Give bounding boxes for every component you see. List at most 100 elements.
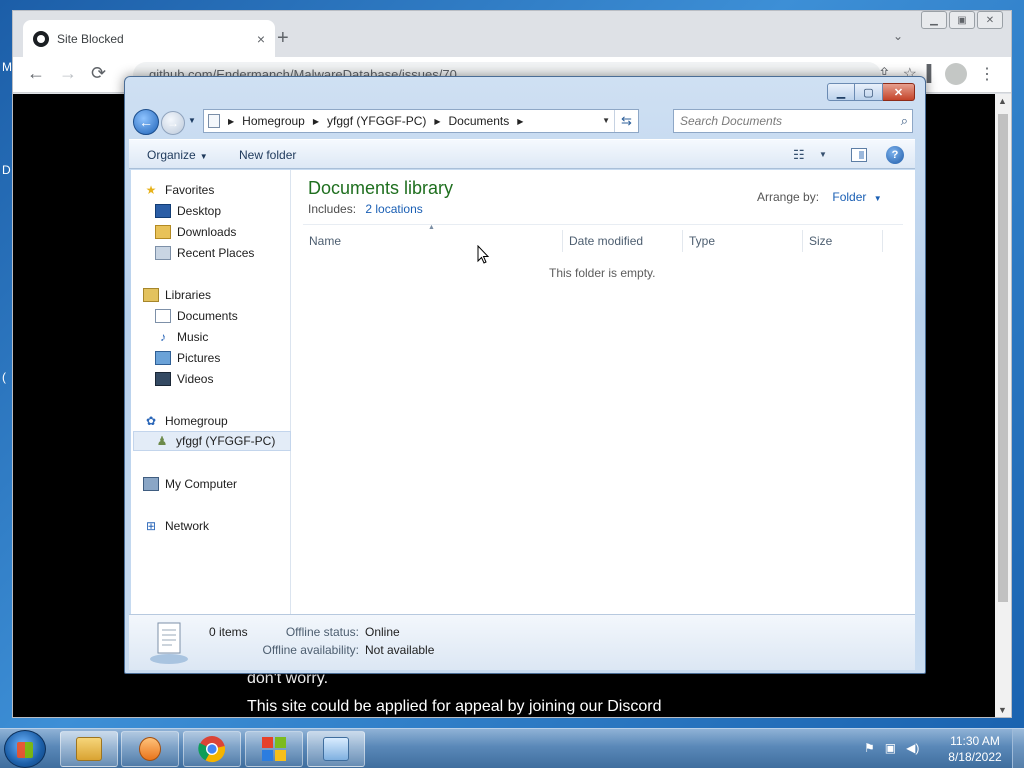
search-icon[interactable]: ⌕	[901, 113, 908, 129]
scroll-up-icon[interactable]: ▲	[998, 96, 1007, 106]
preview-pane-icon[interactable]	[851, 148, 867, 162]
taskbar: ⚑ ▣ ◀) 11:30 AM 8/18/2022	[0, 728, 1024, 768]
nav-item-documents[interactable]: Documents	[155, 306, 313, 326]
taskbar-chrome-button[interactable]	[183, 731, 241, 767]
details-pane: 0 items Offline status: Online Offline av…	[129, 614, 915, 670]
maximize-icon[interactable]: ▢	[855, 83, 883, 101]
nav-item-libraries[interactable]: Libraries	[143, 285, 301, 305]
tab-site-blocked[interactable]: Site Blocked ×	[23, 20, 275, 57]
arrange-by-dropdown[interactable]: Folder	[832, 190, 866, 204]
nav-item-downloads[interactable]: Downloads	[155, 222, 313, 242]
column-header-size[interactable]: Size	[803, 230, 883, 252]
documents-icon	[155, 309, 171, 323]
minimize-icon[interactable]: ▁	[827, 83, 855, 101]
nav-item-favorites[interactable]: ★ Favorites	[143, 180, 301, 200]
view-options-chevron-down-icon[interactable]: ▼	[819, 150, 827, 159]
organize-button[interactable]: Organize ▼	[147, 148, 208, 162]
reload-icon[interactable]: ⟳	[91, 63, 106, 84]
nav-item-label: Music	[177, 330, 209, 344]
profile-avatar[interactable]	[945, 63, 967, 85]
address-bar[interactable]: ▶ Homegroup ▶ yfggf (YFGGF-PC) ▶ Documen…	[203, 109, 639, 133]
breadcrumb-documents[interactable]: Documents	[449, 114, 510, 128]
address-dropdown-icon[interactable]: ▼	[602, 116, 610, 125]
nav-item-label: Documents	[177, 309, 238, 323]
browser-window-controls: ▁ ▣ ✕	[921, 11, 1003, 29]
back-button[interactable]: ←	[133, 109, 159, 135]
music-icon: ♪	[160, 330, 166, 344]
menu-icon[interactable]: ⋮	[979, 64, 995, 84]
volume-icon[interactable]: ◀)	[906, 741, 919, 755]
show-desktop-button[interactable]	[1012, 729, 1024, 768]
change-view-icon[interactable]: ☷	[793, 147, 805, 163]
taskbar-control-panel-button[interactable]	[307, 731, 365, 767]
computer-icon	[143, 477, 159, 491]
new-folder-button[interactable]: New folder	[239, 148, 296, 162]
column-header-date-modified[interactable]: Date modified	[563, 230, 683, 252]
desktop-icon-label: M	[2, 60, 12, 74]
nav-item-my-computer[interactable]: My Computer	[143, 474, 301, 494]
includes-locations-link[interactable]: 2 locations	[365, 202, 422, 216]
breadcrumb-user[interactable]: yfggf (YFGGF-PC)	[327, 114, 426, 128]
new-tab-button[interactable]: +	[277, 27, 289, 50]
clock-time: 11:30 AM	[950, 734, 1000, 748]
offline-availability: Offline availability: Not available	[262, 643, 435, 657]
nav-item-label: My Computer	[165, 477, 238, 491]
nav-item-label: Network	[165, 519, 210, 533]
scroll-thumb[interactable]	[998, 114, 1008, 602]
forward-button[interactable]: →	[161, 111, 185, 135]
restore-icon[interactable]: ▣	[949, 11, 975, 29]
nav-item-recent-places[interactable]: Recent Places	[155, 243, 313, 263]
control-panel-icon	[323, 737, 349, 761]
libraries-icon	[143, 288, 159, 302]
tab-close-icon[interactable]: ×	[257, 31, 265, 47]
taskbar-explorer-button[interactable]	[60, 731, 118, 767]
file-list-pane: Documents library Includes: 2 locations …	[291, 170, 915, 614]
help-icon[interactable]: ?	[886, 146, 904, 164]
recent-pages-chevron-down-icon[interactable]: ▼	[188, 116, 196, 125]
nav-item-pictures[interactable]: Pictures	[155, 348, 313, 368]
pictures-icon	[155, 351, 171, 365]
scroll-down-icon[interactable]: ▼	[998, 705, 1007, 715]
back-icon[interactable]: ←	[27, 63, 45, 84]
search-input[interactable]	[674, 110, 884, 132]
user-icon: ♟	[156, 434, 168, 448]
page-icon	[208, 114, 220, 128]
nav-item-videos[interactable]: Videos	[155, 369, 313, 389]
nav-item-music[interactable]: ♪ Music	[155, 327, 313, 347]
arrange-by: Arrange by: Folder ▼	[757, 190, 882, 204]
system-clock[interactable]: 11:30 AM 8/18/2022	[940, 733, 1010, 765]
forward-icon[interactable]: →	[59, 63, 77, 84]
nav-item-network[interactable]: ⊞ Network	[143, 516, 301, 536]
search-box[interactable]: ⌕	[673, 109, 913, 133]
nav-item-label: Pictures	[177, 351, 221, 365]
start-button[interactable]	[4, 730, 46, 768]
side-panel-icon[interactable]: ▍	[927, 64, 939, 84]
taskbar-app-button[interactable]	[245, 731, 303, 767]
network-icon: ⊞	[145, 519, 157, 533]
item-count: 0 items	[209, 625, 248, 639]
chevron-down-icon: ▼	[199, 152, 208, 161]
library-includes: Includes: 2 locations	[308, 202, 423, 216]
breadcrumb-homegroup[interactable]: Homegroup	[242, 114, 305, 128]
close-icon[interactable]: ✕	[977, 11, 1003, 29]
taskbar-media-player-button[interactable]	[121, 731, 179, 767]
explorer-titlebar[interactable]: ▁ ▢ ✕	[125, 77, 925, 105]
tab-search-icon[interactable]: ⌄	[893, 29, 903, 43]
action-center-icon[interactable]: ⚑	[864, 741, 875, 755]
close-icon[interactable]: ✕	[883, 83, 915, 101]
chevron-down-icon[interactable]: ▼	[874, 194, 882, 203]
nav-item-user[interactable]: ♟ yfggf (YFGGF-PC)	[133, 431, 291, 451]
desktop-icon	[155, 204, 171, 218]
minimize-icon[interactable]: ▁	[921, 11, 947, 29]
page-scrollbar[interactable]: ▲ ▼	[995, 94, 1011, 717]
network-status-icon[interactable]: ▣	[885, 741, 896, 755]
refresh-icon[interactable]: ⇆	[614, 110, 638, 132]
homegroup-icon: ✿	[145, 414, 157, 428]
windows-app-icon	[262, 737, 286, 761]
nav-item-homegroup[interactable]: ✿ Homegroup	[143, 411, 301, 431]
desktop-icon-label: (	[2, 370, 6, 384]
column-header-type[interactable]: Type	[683, 230, 803, 252]
explorer-window: ▁ ▢ ✕ ← → ▼ ▶ Homegroup ▶ yfggf (YFGGF-P…	[124, 76, 926, 674]
nav-item-desktop[interactable]: Desktop	[155, 201, 313, 221]
column-header-name[interactable]: Name	[303, 230, 563, 252]
